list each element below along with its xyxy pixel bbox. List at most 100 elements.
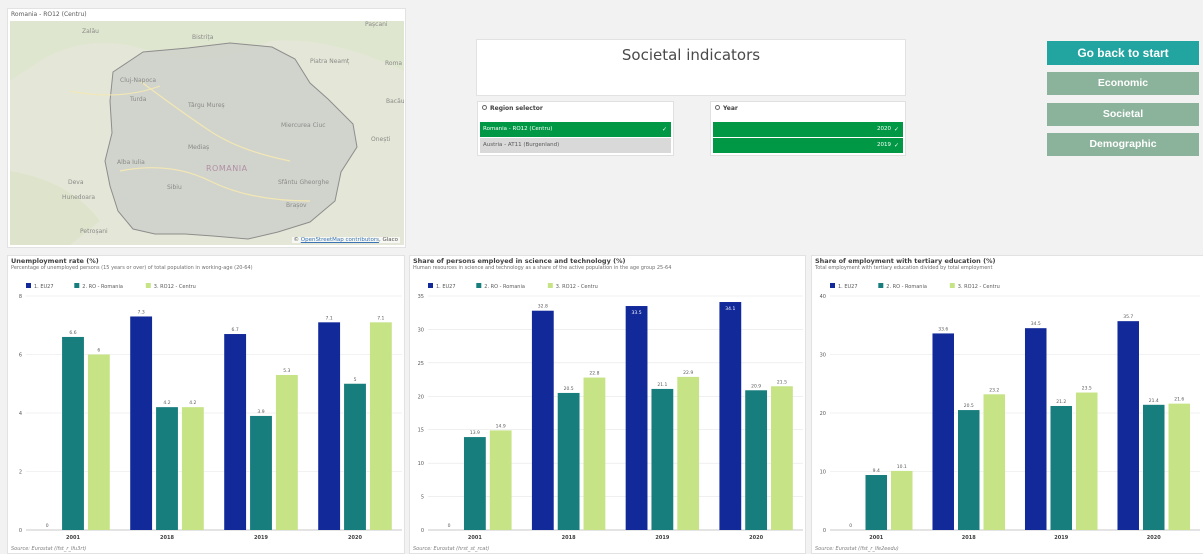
demographic-button[interactable]: Demographic bbox=[1047, 133, 1199, 156]
region-option[interactable]: Austria - AT11 (Burgenland) bbox=[480, 138, 671, 153]
go-back-to-start-button[interactable]: Go back to start bbox=[1047, 41, 1199, 65]
y-tick-label: 10 bbox=[418, 461, 424, 467]
map-place: Onești bbox=[371, 136, 391, 143]
bar bbox=[224, 334, 247, 530]
data-label: 0 bbox=[849, 523, 852, 529]
y-tick-label: 2 bbox=[19, 470, 22, 476]
x-tick-label: 2001 bbox=[869, 535, 883, 541]
chart-title: Unemployment rate (%) bbox=[11, 257, 99, 265]
data-label: 21.2 bbox=[1056, 399, 1066, 405]
data-label: 32.8 bbox=[538, 304, 548, 310]
y-tick-label: 8 bbox=[19, 294, 22, 300]
map-panel: Romania - RO12 (Centru) Zalău Bistrița P… bbox=[7, 8, 406, 248]
y-tick-label: 5 bbox=[421, 495, 424, 501]
map-place: Piatra Neamț bbox=[310, 58, 350, 65]
search-icon bbox=[482, 105, 487, 110]
data-label: 34.5 bbox=[1031, 321, 1041, 327]
data-label: 6.7 bbox=[232, 327, 239, 333]
y-tick-label: 6 bbox=[19, 353, 22, 359]
societal-button[interactable]: Societal bbox=[1047, 103, 1199, 126]
data-label: 23.5 bbox=[1082, 386, 1092, 392]
data-label: 10.1 bbox=[897, 464, 907, 470]
year-selector[interactable]: Year 2020 ✓ 2019 ✓ bbox=[710, 101, 906, 156]
x-tick-label: 2020 bbox=[1147, 535, 1161, 541]
bar bbox=[651, 388, 674, 530]
data-label: 7.1 bbox=[326, 315, 333, 321]
data-label: 5 bbox=[354, 377, 357, 383]
bar bbox=[87, 354, 110, 530]
data-label: 5.3 bbox=[283, 368, 290, 374]
map-place: Hunedoara bbox=[62, 194, 95, 201]
map-place: Alba Iulia bbox=[117, 159, 145, 166]
bar bbox=[677, 376, 700, 530]
y-tick-label: 35 bbox=[418, 294, 424, 300]
region-selector-header[interactable]: Region selector bbox=[482, 105, 543, 112]
data-label: 7.3 bbox=[138, 309, 145, 315]
year-selector-header[interactable]: Year bbox=[715, 105, 738, 112]
bar bbox=[181, 407, 204, 530]
chart-source: Source: Eurostat (lfst_r_lfu3rt) bbox=[11, 546, 87, 552]
legend-swatch bbox=[145, 283, 151, 288]
bar bbox=[1076, 392, 1098, 530]
legend-label: 2. RO - Romania bbox=[82, 284, 123, 290]
chart-subtitle: Percentage of unemployed persons (15 yea… bbox=[11, 265, 253, 271]
legend-label: 1. EU27 bbox=[838, 284, 858, 290]
bar bbox=[932, 333, 954, 530]
legend-label: 2. RO - Romania bbox=[484, 284, 525, 290]
legend-swatch bbox=[830, 283, 835, 288]
chart-plot[interactable]: 1. EU27 2. RO - Romania 3. RO12 - Centru 0 2… bbox=[8, 278, 406, 544]
data-label: 9.4 bbox=[873, 468, 880, 474]
x-tick-label: 2001 bbox=[468, 535, 482, 541]
region-selector[interactable]: Region selector Romania - RO12 (Centru) … bbox=[477, 101, 674, 156]
year-option[interactable]: 2020 ✓ bbox=[713, 122, 903, 137]
check-icon: ✓ bbox=[661, 126, 667, 133]
data-label: 22.8 bbox=[589, 371, 599, 377]
tertiary-education-chart[interactable]: Share of employment with tertiary educat… bbox=[811, 255, 1203, 554]
x-tick-label: 2019 bbox=[655, 535, 669, 541]
chart-plot[interactable]: 1. EU27 2. RO - Romania 3. RO12 - Centru 0 1… bbox=[812, 278, 1203, 544]
economic-button[interactable]: Economic bbox=[1047, 72, 1199, 95]
map-place: Bacău bbox=[386, 98, 404, 105]
legend-label: 1. EU27 bbox=[34, 284, 54, 290]
bar bbox=[557, 392, 580, 530]
data-label: 21.4 bbox=[1149, 398, 1159, 404]
chart-title: Share of employment with tertiary educat… bbox=[815, 257, 996, 265]
y-tick-label: 4 bbox=[19, 411, 22, 417]
unemployment-chart[interactable]: Unemployment rate (%) Percentage of unem… bbox=[7, 255, 405, 554]
data-label: 13.9 bbox=[470, 430, 480, 436]
chart-plot[interactable]: 1. EU27 2. RO - Romania 3. RO12 - Centru 0 5… bbox=[410, 278, 807, 544]
region-option[interactable]: Romania - RO12 (Centru) ✓ bbox=[480, 122, 671, 137]
bar bbox=[1117, 321, 1139, 530]
bar bbox=[1024, 328, 1047, 530]
map-place: Sfântu Gheorghe bbox=[278, 179, 329, 186]
data-label: 0 bbox=[46, 523, 49, 529]
legend-swatch bbox=[949, 283, 955, 288]
legend-label: 1. EU27 bbox=[436, 284, 456, 290]
check-icon: ✓ bbox=[893, 126, 899, 133]
map-title: Romania - RO12 (Centru) bbox=[11, 11, 87, 18]
y-tick-label: 0 bbox=[823, 528, 826, 534]
map-place: Zalău bbox=[82, 28, 99, 35]
data-label: 20.9 bbox=[751, 383, 761, 389]
osm-attribution-link[interactable]: OpenStreetMap contributors bbox=[301, 237, 379, 243]
chart-source: Source: Eurostat (lfst_r_lfe2eedu) bbox=[815, 546, 899, 552]
y-tick-label: 40 bbox=[820, 294, 826, 300]
x-tick-label: 2020 bbox=[348, 535, 362, 541]
legend-label: 3. RO12 - Centru bbox=[154, 284, 196, 290]
science-technology-chart[interactable]: Share of persons employed in science and… bbox=[409, 255, 806, 554]
bar bbox=[583, 377, 606, 530]
map-place: Petroșani bbox=[80, 228, 108, 235]
map-place: Roma bbox=[385, 60, 402, 67]
bar bbox=[1050, 405, 1073, 530]
bar bbox=[275, 374, 298, 530]
bar bbox=[369, 322, 392, 530]
region-map[interactable]: Zalău Bistrița Pașcani Piatra Neamț Roma… bbox=[10, 21, 404, 245]
year-option[interactable]: 2019 ✓ bbox=[713, 138, 903, 153]
bar bbox=[771, 386, 793, 530]
data-label: 35.7 bbox=[1123, 314, 1133, 320]
map-place: Mediaș bbox=[188, 144, 209, 151]
chart-source: Source: Eurostat (hrst_st_rcat) bbox=[413, 546, 490, 552]
data-label: 34.1 bbox=[725, 306, 735, 312]
bar bbox=[156, 407, 178, 530]
data-label: 21.5 bbox=[777, 379, 787, 385]
